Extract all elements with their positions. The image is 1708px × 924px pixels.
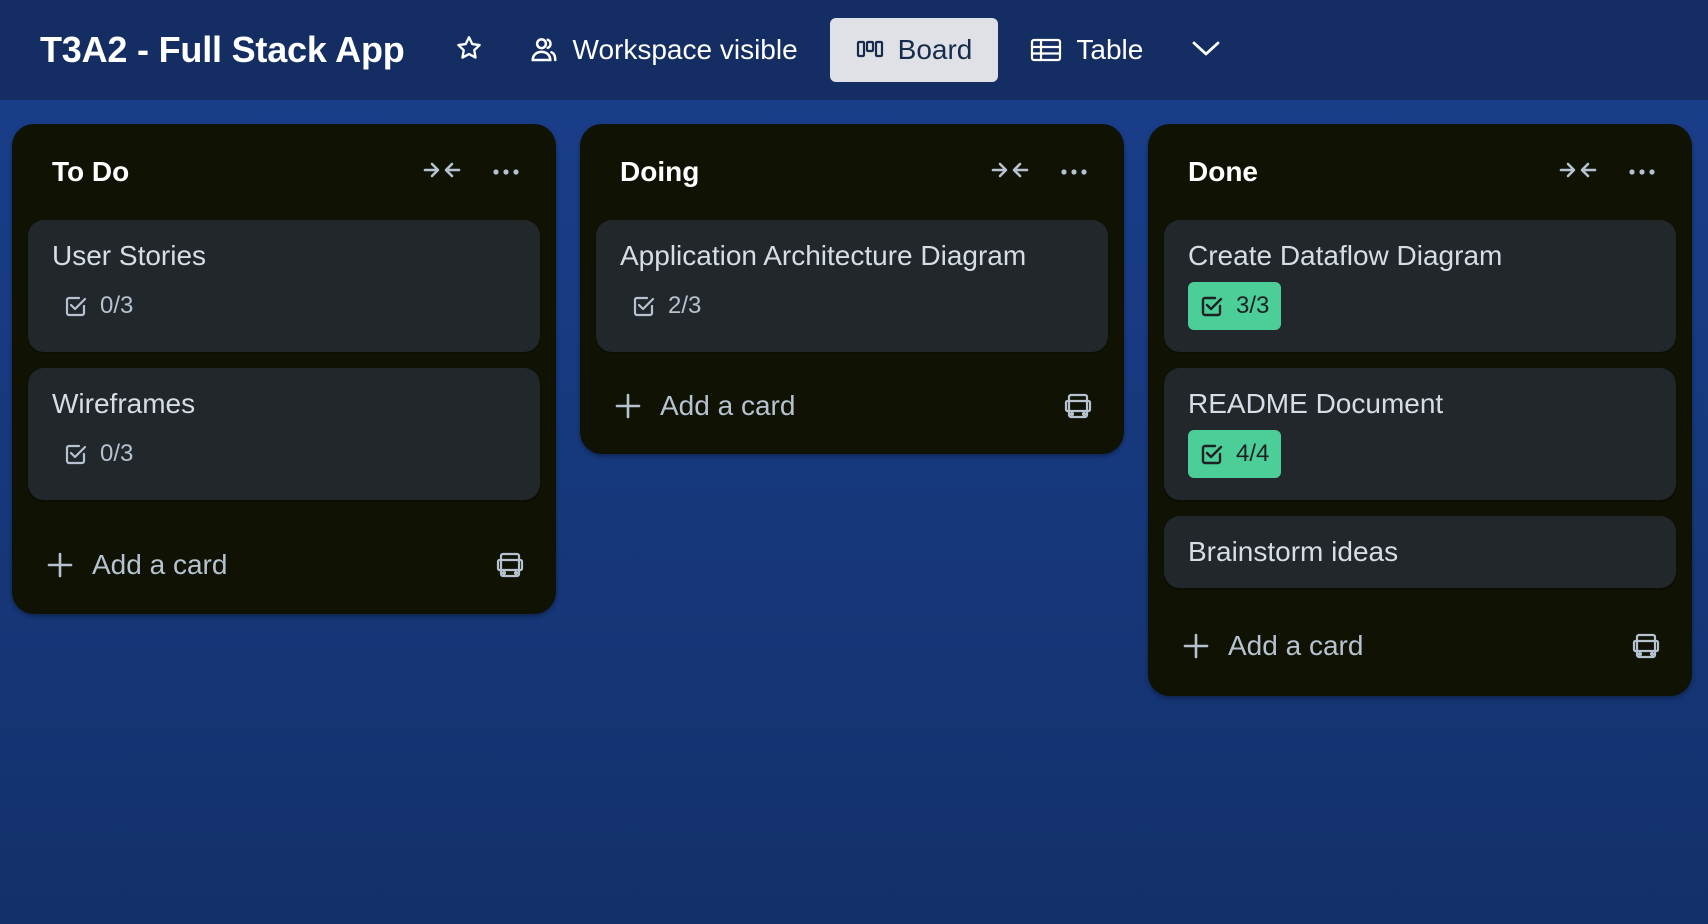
list-actions-button[interactable]: [482, 152, 530, 192]
card-title: Create Dataflow Diagram: [1188, 240, 1503, 271]
list-actions-button[interactable]: [1050, 152, 1098, 192]
visibility-button[interactable]: Workspace visible: [529, 18, 818, 82]
collapse-icon: [1559, 160, 1597, 185]
list-title[interactable]: Done: [1188, 156, 1538, 188]
card-title: Application Architecture Diagram: [620, 240, 1027, 271]
checklist-icon: [632, 294, 656, 318]
card-title: README Document: [1188, 388, 1444, 419]
checklist-badge: 0/3: [52, 430, 145, 478]
board-view-tab[interactable]: Board: [829, 18, 999, 82]
board-header: T3A2 - Full Stack App Workspace visible …: [0, 0, 1708, 100]
add-card-row: Add a card: [596, 358, 1108, 454]
checklist-count: 0/3: [100, 440, 134, 467]
list-actions-button[interactable]: [1618, 152, 1666, 192]
checklist-icon: [64, 294, 88, 318]
card[interactable]: Wireframes 0/3: [28, 368, 540, 500]
checklist-count: 2/3: [668, 292, 702, 319]
add-card-button[interactable]: Add a card: [92, 549, 496, 581]
checklist-badge-complete: 4/4: [1188, 430, 1282, 478]
checklist-icon: [1200, 294, 1224, 318]
plus-icon: [1182, 632, 1210, 660]
board-icon: [856, 39, 884, 61]
more-icon: [1628, 163, 1656, 181]
visibility-label: Workspace visible: [572, 34, 798, 65]
checklist-icon: [64, 442, 88, 466]
add-card-button[interactable]: Add a card: [660, 390, 1064, 422]
table-icon: [1030, 38, 1062, 62]
checklist-badge-complete: 3/3: [1188, 282, 1282, 330]
collapse-icon: [423, 160, 461, 185]
checklist-badge: 2/3: [620, 282, 713, 330]
list-header: To Do: [28, 124, 540, 220]
table-view-label: Table: [1076, 34, 1144, 65]
card-title: Brainstorm ideas: [1188, 536, 1399, 567]
checklist-badge: 0/3: [52, 282, 145, 330]
list-title[interactable]: To Do: [52, 156, 402, 188]
checklist-icon: [1200, 442, 1224, 466]
add-card-row: Add a card: [28, 516, 540, 614]
card[interactable]: Application Architecture Diagram 2/3: [596, 220, 1108, 352]
template-icon[interactable]: [1632, 632, 1660, 660]
template-icon[interactable]: [1064, 392, 1092, 420]
list-doing: Doing Application Architecture Diagram 2…: [580, 124, 1124, 454]
list-header: Done: [1164, 124, 1676, 220]
chevron-down-icon: [1191, 38, 1221, 63]
table-view-tab[interactable]: Table: [1010, 18, 1163, 82]
list-done: Done Create Dataflow Diagram 3/3 README …: [1148, 124, 1692, 696]
star-button[interactable]: [449, 30, 489, 70]
template-icon[interactable]: [496, 551, 524, 579]
card[interactable]: User Stories 0/3: [28, 220, 540, 352]
card-title: Wireframes: [52, 388, 196, 419]
card[interactable]: README Document 4/4: [1164, 368, 1676, 500]
people-icon: [529, 35, 559, 65]
add-card-button[interactable]: Add a card: [1228, 630, 1632, 662]
add-card-row: Add a card: [1164, 596, 1676, 696]
list-header: Doing: [596, 124, 1108, 220]
more-icon: [1060, 163, 1088, 181]
checklist-count: 4/4: [1236, 440, 1270, 467]
card[interactable]: Brainstorm ideas: [1164, 516, 1676, 588]
checklist-count: 3/3: [1236, 292, 1270, 319]
collapse-list-button[interactable]: [1554, 152, 1602, 192]
views-dropdown-button[interactable]: [1191, 38, 1221, 63]
plus-icon: [46, 551, 74, 579]
board-title[interactable]: T3A2 - Full Stack App: [40, 29, 405, 71]
collapse-list-button[interactable]: [986, 152, 1034, 192]
list-title[interactable]: Doing: [620, 156, 970, 188]
card[interactable]: Create Dataflow Diagram 3/3: [1164, 220, 1676, 352]
more-icon: [492, 163, 520, 181]
collapse-icon: [991, 160, 1029, 185]
checklist-count: 0/3: [100, 292, 134, 319]
collapse-list-button[interactable]: [418, 152, 466, 192]
plus-icon: [614, 392, 642, 420]
board-view-label: Board: [897, 34, 973, 65]
list-to-do: To Do User Stories 0/3 Wireframes 0/3 Ad…: [12, 124, 556, 614]
star-icon: [455, 34, 483, 67]
card-title: User Stories: [52, 240, 207, 271]
